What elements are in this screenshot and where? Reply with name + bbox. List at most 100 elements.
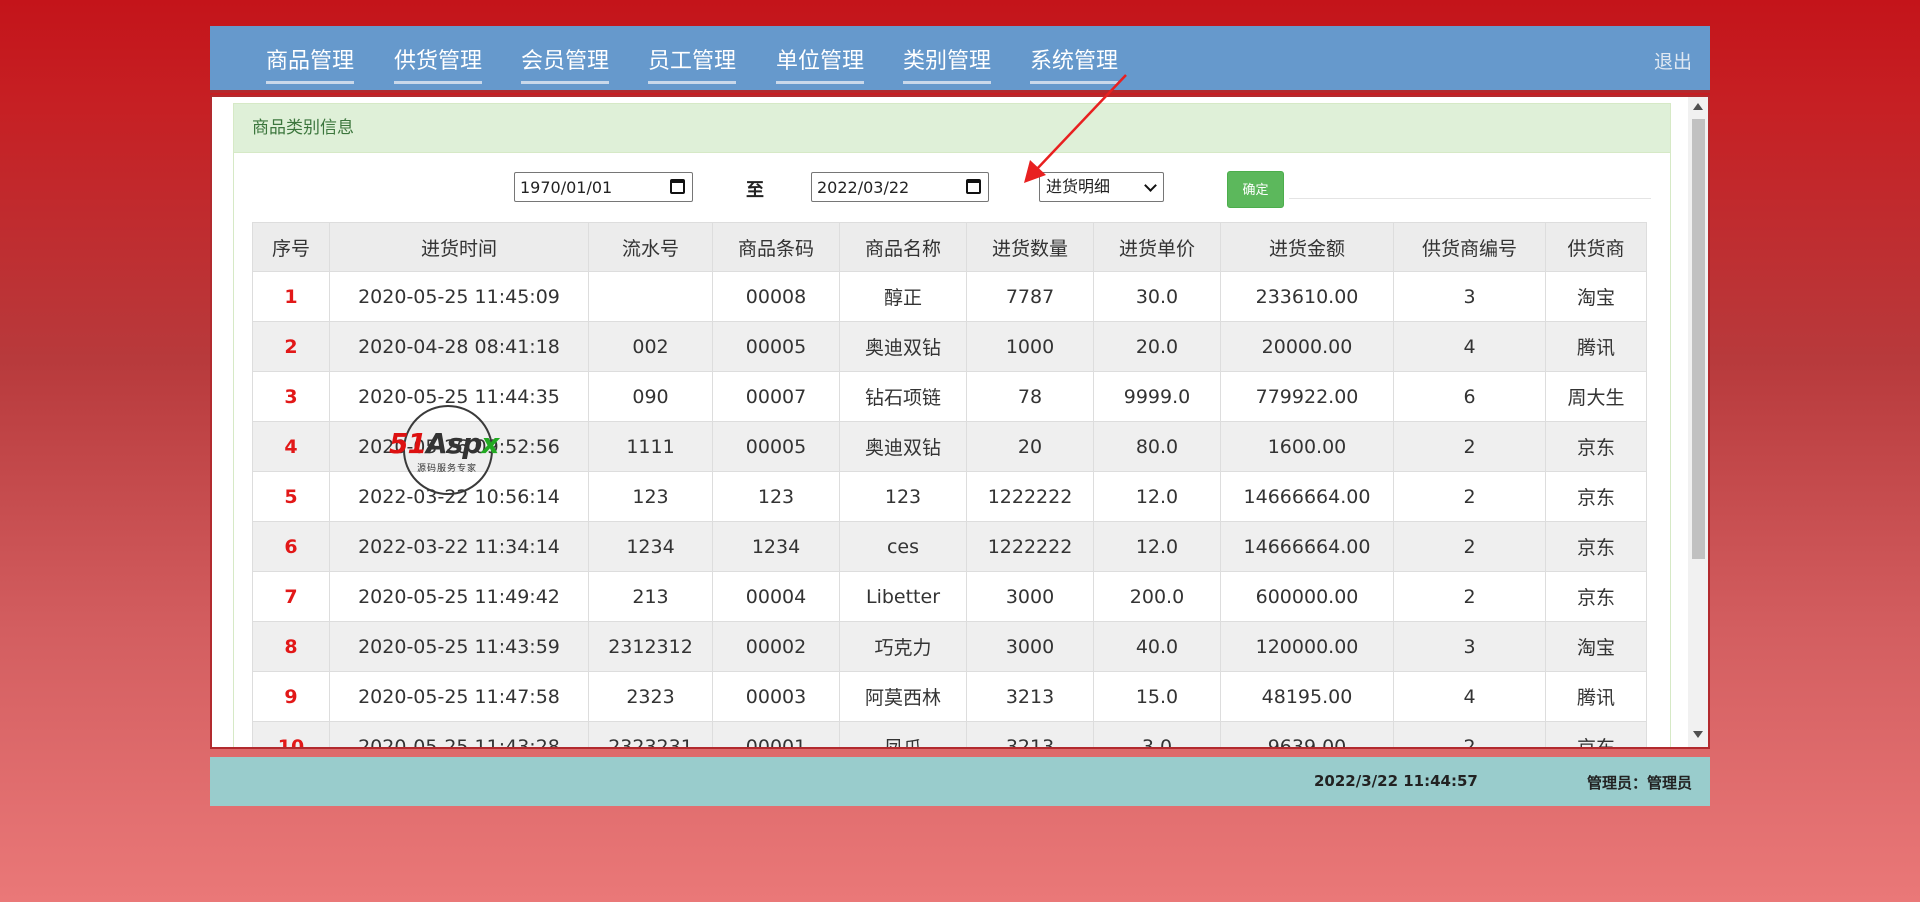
cell-product-name: 钻石项链 bbox=[839, 371, 967, 422]
cell-serial-no: 123 bbox=[588, 471, 713, 522]
table-row: 5 2022-03-22 10:56:14 123 123 123 1222222 12.0… bbox=[252, 471, 1647, 522]
chevron-down-icon bbox=[1144, 179, 1157, 192]
cell-supplier: 京东 bbox=[1545, 721, 1647, 747]
cell-purchase-time: 2022-03-22 10:56:14 bbox=[329, 471, 589, 522]
purchase-detail-table: 序号 进货时间 流水号 商品条码 商品名称 进货数量 进货单价 进货金额 供货商… bbox=[252, 222, 1647, 747]
cell-purchase-time: 2020-05-25 11:49:42 bbox=[329, 571, 589, 622]
nav-item-category-management[interactable]: 类别管理 bbox=[903, 43, 992, 84]
date-range-separator: 至 bbox=[746, 180, 764, 201]
cell-serial-no: 002 bbox=[588, 321, 713, 372]
cell-supplier-id: 2 bbox=[1393, 421, 1546, 472]
cell-supplier-id: 4 bbox=[1393, 321, 1546, 372]
cell-amount: 14666664.00 bbox=[1220, 471, 1394, 522]
cell-quantity: 1000 bbox=[966, 321, 1094, 372]
top-navigation-bar: 商品管理 供货管理 会员管理 员工管理 单位管理 类别管理 系统管理 退出 bbox=[210, 26, 1710, 93]
cell-product-name: 巧克力 bbox=[839, 621, 967, 672]
cell-amount: 779922.00 bbox=[1220, 371, 1394, 422]
column-header-unit-price: 进货单价 bbox=[1093, 222, 1221, 272]
cell-supplier-id: 2 bbox=[1393, 721, 1546, 747]
cell-product-name: 奥迪双钻 bbox=[839, 421, 967, 472]
scrollbar-thumb[interactable] bbox=[1692, 119, 1705, 559]
table-row: 1 2020-05-25 11:45:09 00008 醇正 7787 30.0 23361… bbox=[252, 271, 1647, 322]
scroll-down-icon[interactable] bbox=[1693, 731, 1703, 738]
panel-title: 商品类别信息 bbox=[234, 104, 1670, 153]
nav-item-product-management[interactable]: 商品管理 bbox=[266, 43, 355, 84]
column-header-barcode: 商品条码 bbox=[712, 222, 840, 272]
table-row: 7 2020-05-25 11:49:42 213 00004 Libetter 3000… bbox=[252, 571, 1647, 622]
cell-supplier: 周大生 bbox=[1545, 371, 1647, 422]
cell-unit-price: 15.0 bbox=[1093, 671, 1221, 722]
column-header-index: 序号 bbox=[252, 222, 330, 272]
cell-serial-no: 1234 bbox=[588, 521, 713, 572]
cell-unit-price: 30.0 bbox=[1093, 271, 1221, 322]
end-date-input[interactable]: 2022/03/22 bbox=[811, 172, 989, 202]
table-row: 4 2020-05-26 09:52:56 1111 00005 奥迪双钻 20 80.0 1… bbox=[252, 421, 1647, 472]
cell-index: 1 bbox=[252, 271, 330, 322]
cell-barcode: 00005 bbox=[712, 321, 840, 372]
column-header-supplier: 供货商 bbox=[1545, 222, 1647, 272]
cell-serial-no: 2323 bbox=[588, 671, 713, 722]
cell-unit-price: 40.0 bbox=[1093, 621, 1221, 672]
cell-product-name: 凤爪 bbox=[839, 721, 967, 747]
cell-product-name: 醇正 bbox=[839, 271, 967, 322]
cell-index: 2 bbox=[252, 321, 330, 372]
cell-barcode: 00001 bbox=[712, 721, 840, 747]
cell-purchase-time: 2020-05-25 11:45:09 bbox=[329, 271, 589, 322]
calendar-icon[interactable] bbox=[670, 179, 685, 194]
cell-purchase-time: 2020-05-25 11:44:35 bbox=[329, 371, 589, 422]
cell-supplier: 淘宝 bbox=[1545, 271, 1647, 322]
app-container: 商品管理 供货管理 会员管理 员工管理 单位管理 类别管理 系统管理 退出 商品… bbox=[210, 26, 1710, 806]
cell-serial-no: 2312312 bbox=[588, 621, 713, 672]
cell-purchase-time: 2020-05-26 09:52:56 bbox=[329, 421, 589, 472]
nav-item-unit-management[interactable]: 单位管理 bbox=[776, 43, 865, 84]
content-frame: 商品类别信息 1970/01/01 至 2022/03/22 进货明细 确定 序… bbox=[210, 95, 1710, 749]
cell-amount: 233610.00 bbox=[1220, 271, 1394, 322]
nav-item-member-management[interactable]: 会员管理 bbox=[521, 43, 610, 84]
calendar-icon[interactable] bbox=[966, 179, 981, 194]
cell-quantity: 7787 bbox=[966, 271, 1094, 322]
cell-unit-price: 12.0 bbox=[1093, 471, 1221, 522]
start-date-input[interactable]: 1970/01/01 bbox=[514, 172, 693, 202]
cell-barcode: 00005 bbox=[712, 421, 840, 472]
cell-amount: 600000.00 bbox=[1220, 571, 1394, 622]
cell-supplier-id: 2 bbox=[1393, 571, 1546, 622]
cell-product-name: Libetter bbox=[839, 571, 967, 622]
cell-barcode: 123 bbox=[712, 471, 840, 522]
cell-supplier: 京东 bbox=[1545, 521, 1647, 572]
nav-item-supply-management[interactable]: 供货管理 bbox=[394, 43, 483, 84]
cell-unit-price: 12.0 bbox=[1093, 521, 1221, 572]
cell-index: 7 bbox=[252, 571, 330, 622]
cell-unit-price: 20.0 bbox=[1093, 321, 1221, 372]
cell-serial-no bbox=[588, 271, 713, 322]
cell-quantity: 3000 bbox=[966, 571, 1094, 622]
nav-item-staff-management[interactable]: 员工管理 bbox=[648, 43, 737, 84]
table-row: 6 2022-03-22 11:34:14 1234 1234 ces 1222222 12… bbox=[252, 521, 1647, 572]
scroll-up-icon[interactable] bbox=[1693, 103, 1703, 110]
nav-item-system-management[interactable]: 系统管理 bbox=[1030, 43, 1119, 84]
table-body: 1 2020-05-25 11:45:09 00008 醇正 7787 30.0 23361… bbox=[252, 271, 1647, 747]
cell-purchase-time: 2020-05-25 11:47:58 bbox=[329, 671, 589, 722]
cell-product-name: 奥迪双钻 bbox=[839, 321, 967, 372]
category-info-panel: 商品类别信息 1970/01/01 至 2022/03/22 进货明细 确定 序… bbox=[233, 103, 1671, 747]
cell-index: 3 bbox=[252, 371, 330, 422]
report-type-select[interactable]: 进货明细 bbox=[1039, 172, 1164, 202]
report-type-selected: 进货明细 bbox=[1046, 177, 1111, 196]
logout-link[interactable]: 退出 bbox=[1654, 47, 1692, 74]
cell-barcode: 00002 bbox=[712, 621, 840, 672]
cell-barcode: 00003 bbox=[712, 671, 840, 722]
status-footer: 2022/3/22 11:44:57 管理员：管理员 bbox=[210, 757, 1710, 806]
cell-index: 10 bbox=[252, 721, 330, 747]
cell-unit-price: 200.0 bbox=[1093, 571, 1221, 622]
filter-divider bbox=[1289, 198, 1651, 199]
cell-supplier-id: 3 bbox=[1393, 621, 1546, 672]
column-header-quantity: 进货数量 bbox=[966, 222, 1094, 272]
cell-unit-price: 3.0 bbox=[1093, 721, 1221, 747]
cell-unit-price: 9999.0 bbox=[1093, 371, 1221, 422]
cell-product-name: ces bbox=[839, 521, 967, 572]
confirm-button[interactable]: 确定 bbox=[1227, 171, 1284, 208]
cell-unit-price: 80.0 bbox=[1093, 421, 1221, 472]
column-header-amount: 进货金额 bbox=[1220, 222, 1394, 272]
cell-amount: 48195.00 bbox=[1220, 671, 1394, 722]
vertical-scrollbar[interactable] bbox=[1688, 97, 1708, 747]
cell-quantity: 1222222 bbox=[966, 471, 1094, 522]
